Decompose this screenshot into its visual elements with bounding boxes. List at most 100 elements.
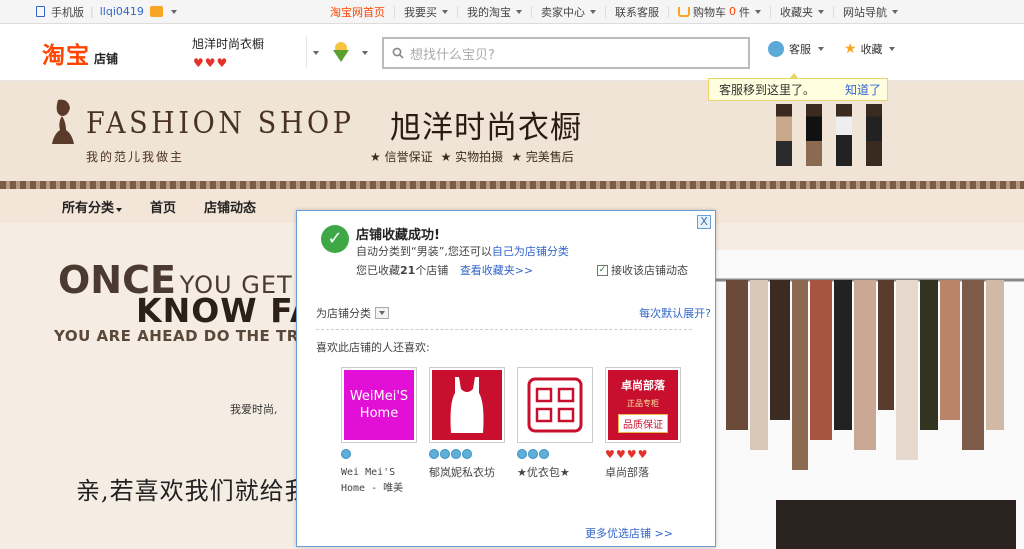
chevron-down-icon[interactable] <box>516 9 522 14</box>
topbar-cart-label[interactable]: 购物车 <box>693 4 726 20</box>
site-top-bar: 手机版 | llqi0419 淘宝网首页 我要买 我的淘宝 卖家中心 联系客服 … <box>0 0 1024 24</box>
chat-icon <box>768 41 784 57</box>
hero-know: KNOW FA <box>136 291 317 330</box>
nav-all-categories[interactable]: 所有分类 <box>62 197 123 216</box>
topbar-buy[interactable]: 我要买 <box>394 4 457 20</box>
shop-name[interactable]: 旭洋时尚衣橱 <box>192 35 264 52</box>
topbar-site-nav[interactable]: 网站导航 <box>833 4 1024 20</box>
dialog-fav-count: 您已收藏21个店铺 查看收藏夹>> <box>356 262 533 278</box>
receive-updates-label[interactable]: 接收该店铺动态 <box>611 262 688 278</box>
custom-category-link[interactable]: 自己为店铺分类 <box>492 245 569 258</box>
topbar-cart[interactable]: 购物车 0 件 <box>668 4 770 20</box>
topbar-favorites[interactable]: 收藏夹 <box>770 4 833 20</box>
taobao-logo[interactable]: 淘宝 店铺 <box>42 36 118 70</box>
favorite-button[interactable]: ★ 收藏 <box>844 41 895 57</box>
logo-text[interactable]: 淘宝 <box>42 36 90 70</box>
star-icon: ★ <box>844 41 857 57</box>
clothes-rack-illustration <box>716 278 1024 549</box>
chevron-down-icon[interactable] <box>818 9 824 14</box>
more-shops-link[interactable]: 更多优选店铺 >> <box>585 525 673 541</box>
mobile-link[interactable]: 手机版 <box>51 4 84 20</box>
topbar-service-label[interactable]: 联系客服 <box>615 4 659 20</box>
topbar-home[interactable]: 淘宝网首页 <box>321 4 394 20</box>
search-input[interactable]: 想找什么宝贝? <box>382 37 750 69</box>
topbar-site-nav-label[interactable]: 网站导航 <box>843 4 887 20</box>
shop-name-line[interactable]: Wei Mei'S <box>341 465 417 481</box>
shop-thumbnail[interactable]: 卓尚部落 正品专柜 品质保证 <box>605 367 681 443</box>
category-select-label[interactable]: 为店铺分类 <box>316 305 371 321</box>
chevron-down-icon[interactable] <box>379 311 385 315</box>
shop-thumb-image[interactable] <box>432 370 502 440</box>
recommended-shop[interactable]: 卓尚部落 正品专柜 品质保证 ♥ ♥ ♥ ♥ 卓尚部落 <box>605 367 681 497</box>
cart-count: 0 <box>729 5 736 18</box>
model-photo <box>836 104 852 166</box>
topbar-my-taobao-label[interactable]: 我的淘宝 <box>467 4 511 20</box>
chevron-down-icon[interactable] <box>818 47 824 51</box>
mobile-icon[interactable] <box>36 6 45 17</box>
chevron-down-icon[interactable] <box>313 51 319 55</box>
topbar-home-label[interactable]: 淘宝网首页 <box>330 4 385 20</box>
slogan: ★ 信誉保证 <box>370 150 433 164</box>
shop-rank <box>429 449 505 461</box>
topbar-seller[interactable]: 卖家中心 <box>531 4 605 20</box>
username-link[interactable]: llqi0419 <box>100 5 144 18</box>
shop-thumb-image[interactable]: 卓尚部落 正品专柜 品质保证 <box>608 370 678 440</box>
top-bar-menu: 淘宝网首页 我要买 我的淘宝 卖家中心 联系客服 购物车 0 件 收藏夹 网站导… <box>321 0 1024 23</box>
hero-qin: 亲,若喜欢我们就给我 <box>76 477 310 505</box>
thumb-quality: 品质保证 <box>618 414 668 434</box>
shop-thumb-image[interactable] <box>520 370 590 440</box>
dropdown-toggle[interactable] <box>375 307 389 319</box>
crown-icon <box>440 449 450 459</box>
shop-name-line[interactable]: Home - 唯美 <box>341 481 417 497</box>
shop-name[interactable]: Wei Mei'S Home - 唯美 <box>341 465 417 497</box>
kefu-label[interactable]: 客服 <box>789 41 811 57</box>
shop-name[interactable]: ★优衣包★ <box>517 465 593 481</box>
nav-shop-news[interactable]: 店铺动态 <box>204 197 256 216</box>
chevron-down-icon[interactable] <box>170 9 177 14</box>
topbar-buy-label[interactable]: 我要买 <box>404 4 437 20</box>
checkbox-checked-icon[interactable]: ✓ <box>597 264 608 276</box>
category-select[interactable]: 为店铺分类 <box>316 305 389 321</box>
chevron-down-icon[interactable] <box>116 207 123 212</box>
topbar-favorites-label[interactable]: 收藏夹 <box>780 4 813 20</box>
shop-name[interactable]: 卓尚部落 <box>605 465 681 481</box>
chevron-down-icon[interactable] <box>442 9 448 14</box>
vip-badge-icon[interactable] <box>149 6 163 17</box>
view-favorites-link[interactable]: 查看收藏夹>> <box>460 264 533 277</box>
nav-label[interactable]: 所有分类 <box>62 201 114 216</box>
receive-updates-checkbox[interactable]: ✓ 接收该店铺动态 <box>597 262 688 278</box>
model-photo <box>866 104 882 166</box>
chevron-down-icon[interactable] <box>755 9 761 14</box>
shop-name[interactable]: 郁岚妮私衣坊 <box>429 465 505 481</box>
topbar-seller-label[interactable]: 卖家中心 <box>541 4 585 20</box>
crown-icon <box>462 449 472 459</box>
chevron-down-icon[interactable] <box>892 9 898 14</box>
shop-thumbnail[interactable] <box>429 367 505 443</box>
slogan-text: 信誉保证 <box>384 150 433 164</box>
default-expand-link[interactable]: 每次默认展开? <box>639 305 711 321</box>
customer-service-button[interactable]: 客服 <box>768 41 824 57</box>
dialog-text: 个店铺 <box>415 264 449 277</box>
nav-home[interactable]: 首页 <box>150 197 176 216</box>
logo-sub[interactable]: 店铺 <box>94 50 118 67</box>
chevron-down-icon[interactable] <box>590 9 596 14</box>
recommended-shops: WeiMei'S Home Wei Mei'S Home - 唯美 郁岚妮私衣坊 … <box>341 367 681 497</box>
search-icon <box>392 47 404 59</box>
shop-thumb-image[interactable]: WeiMei'S Home <box>344 370 414 440</box>
recommended-shop[interactable]: 郁岚妮私衣坊 <box>429 367 505 497</box>
divider <box>306 36 307 68</box>
topbar-service[interactable]: 联系客服 <box>605 4 668 20</box>
tooltip-dismiss-link[interactable]: 知道了 <box>845 81 881 98</box>
close-icon[interactable]: X <box>697 215 711 229</box>
recommended-shop[interactable]: ★优衣包★ <box>517 367 593 497</box>
shop-thumbnail[interactable]: WeiMei'S Home <box>341 367 417 443</box>
chevron-down-icon[interactable] <box>888 47 895 51</box>
shop-thumbnail[interactable] <box>517 367 593 443</box>
favorite-label[interactable]: 收藏 <box>861 41 883 57</box>
cart-icon[interactable] <box>678 6 690 17</box>
recommended-shop[interactable]: WeiMei'S Home Wei Mei'S Home - 唯美 <box>341 367 417 497</box>
chevron-down-icon[interactable] <box>362 51 368 55</box>
shop-badge-icon[interactable] <box>330 40 352 64</box>
topbar-my-taobao[interactable]: 我的淘宝 <box>457 4 531 20</box>
service-tooltip: 客服移到这里了。 知道了 <box>708 73 888 101</box>
